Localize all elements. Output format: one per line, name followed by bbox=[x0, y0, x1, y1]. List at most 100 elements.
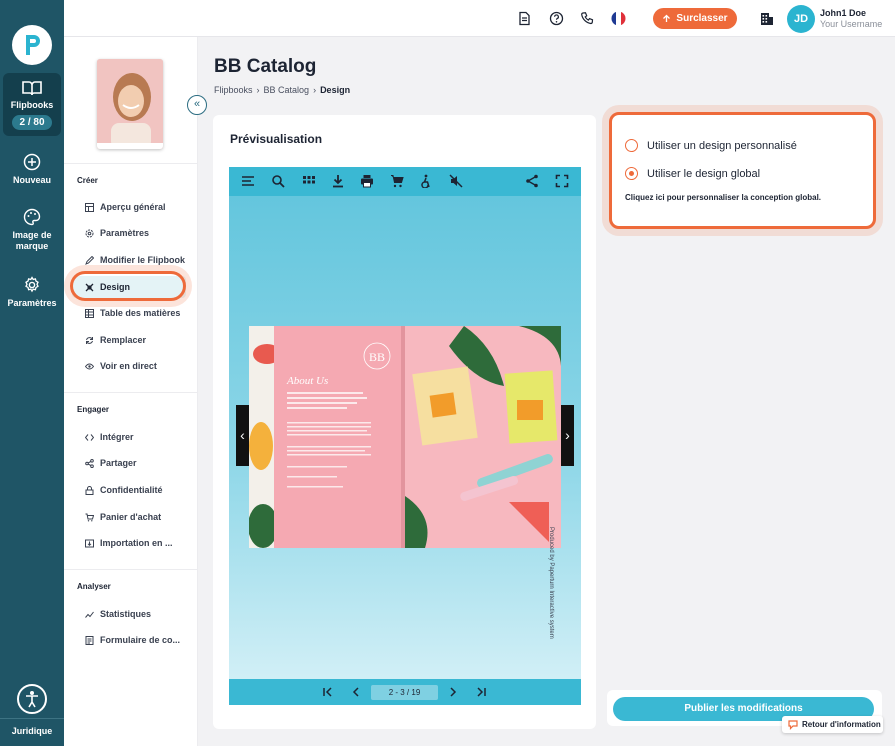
feedback-button[interactable]: Retour d'information bbox=[782, 716, 883, 733]
last-page-icon[interactable] bbox=[475, 687, 487, 697]
section-title-engage: Engager bbox=[77, 405, 110, 414]
radio-custom-design[interactable] bbox=[625, 139, 638, 152]
nav-item-view-live[interactable]: Voir en direct bbox=[72, 355, 186, 377]
customize-global-link[interactable]: Cliquez ici pour personnaliser la concep… bbox=[625, 193, 821, 202]
collapse-nav-button[interactable]: « bbox=[187, 95, 207, 115]
upgrade-button[interactable]: Surclasser bbox=[653, 8, 737, 29]
lock-icon bbox=[85, 485, 94, 495]
upgrade-label: Surclasser bbox=[676, 13, 728, 24]
breadcrumb-current: Design bbox=[320, 85, 351, 95]
rail-item-settings[interactable]: Paramètres bbox=[3, 276, 61, 309]
nav-item-overview[interactable]: Aperçu général bbox=[72, 196, 186, 218]
design-options-panel: Utiliser un design personnalisé Utiliser… bbox=[609, 112, 876, 229]
rail-item-label: Nouveau bbox=[12, 175, 51, 185]
chevron-right-icon: › bbox=[256, 85, 260, 95]
option-global-design[interactable]: Utiliser le design global bbox=[625, 167, 760, 180]
preview-title: Prévisualisation bbox=[230, 132, 323, 146]
page-number-field[interactable]: 2 - 3 / 19 bbox=[371, 685, 438, 700]
divider bbox=[0, 718, 64, 719]
previous-page-icon[interactable] bbox=[351, 687, 361, 697]
phone-icon[interactable] bbox=[580, 11, 595, 26]
next-page-arrow[interactable]: › bbox=[561, 405, 574, 466]
avatar[interactable]: JD bbox=[787, 5, 815, 33]
nav-item-cart[interactable]: Panier d'achat bbox=[72, 506, 186, 528]
logo-icon bbox=[26, 35, 40, 55]
flipbook-cover-thumbnail[interactable] bbox=[97, 59, 163, 149]
menu-icon[interactable] bbox=[241, 174, 255, 188]
accessibility-icon bbox=[26, 691, 38, 708]
app-rail: Flipbooks 2 / 80 Nouveau Image de marque… bbox=[0, 0, 64, 746]
divider bbox=[64, 163, 198, 164]
nav-item-settings[interactable]: Paramètres bbox=[72, 222, 186, 244]
download-icon[interactable] bbox=[331, 174, 345, 188]
rail-item-flipbooks[interactable]: Flipbooks 2 / 80 bbox=[3, 73, 61, 136]
nav-item-table-of-contents[interactable]: Table des matières bbox=[72, 302, 186, 324]
book-spread-image: BB About Us bbox=[249, 326, 561, 548]
top-header: Surclasser JD John1 Doe Your Username bbox=[64, 0, 895, 37]
cart-icon[interactable] bbox=[390, 174, 404, 188]
feedback-label: Retour d'information bbox=[802, 720, 881, 729]
nav-item-embed[interactable]: Intégrer bbox=[72, 426, 186, 448]
table-icon bbox=[85, 308, 94, 318]
pencil-icon bbox=[85, 255, 94, 265]
print-icon[interactable] bbox=[360, 174, 374, 188]
eye-icon bbox=[85, 363, 94, 369]
book-open-icon bbox=[22, 81, 42, 96]
breadcrumb-catalog[interactable]: BB Catalog bbox=[264, 85, 310, 95]
nav-item-label: Importation en ... bbox=[100, 538, 173, 548]
nav-item-edit-flipbook[interactable]: Modifier le Flipbook bbox=[72, 249, 186, 271]
arrow-up-icon bbox=[663, 14, 671, 22]
search-icon[interactable] bbox=[271, 174, 285, 188]
nav-item-label: Panier d'achat bbox=[100, 512, 162, 522]
divider bbox=[64, 569, 198, 570]
design-icon bbox=[85, 283, 94, 291]
document-icon[interactable] bbox=[517, 11, 532, 26]
feedback-icon bbox=[788, 719, 798, 730]
sound-off-icon[interactable] bbox=[449, 174, 463, 188]
section-title-analyze: Analyser bbox=[77, 582, 111, 591]
nav-item-label: Statistiques bbox=[100, 609, 152, 619]
option-label: Utiliser le design global bbox=[647, 167, 761, 180]
building-icon[interactable] bbox=[759, 11, 774, 26]
nav-item-label: Voir en direct bbox=[100, 361, 157, 371]
nav-item-statistics[interactable]: Statistiques bbox=[72, 603, 186, 625]
radio-global-design[interactable] bbox=[625, 167, 638, 180]
rail-item-nouveau[interactable]: Nouveau bbox=[3, 153, 61, 186]
nav-item-label: Design bbox=[100, 282, 131, 292]
gear-icon bbox=[85, 229, 94, 237]
french-flag-icon[interactable] bbox=[611, 11, 626, 26]
cart-icon bbox=[85, 513, 94, 521]
app-logo[interactable] bbox=[12, 25, 52, 65]
nav-item-import[interactable]: Importation en ... bbox=[72, 532, 186, 554]
nav-item-label: Modifier le Flipbook bbox=[100, 255, 185, 265]
viewer-toolbar bbox=[229, 167, 581, 196]
form-icon bbox=[85, 635, 94, 645]
first-page-icon[interactable] bbox=[322, 687, 334, 697]
viewer-pagination: 2 - 3 / 19 bbox=[229, 679, 581, 705]
help-icon[interactable] bbox=[549, 11, 564, 26]
book-heading: About Us bbox=[286, 375, 328, 387]
nav-item-label: Partager bbox=[100, 458, 137, 468]
next-page-icon[interactable] bbox=[448, 687, 458, 697]
divider bbox=[64, 392, 198, 393]
nav-item-replace[interactable]: Remplacer bbox=[72, 329, 186, 351]
breadcrumb: Flipbooks › BB Catalog › Design bbox=[214, 85, 350, 95]
overview-icon bbox=[85, 202, 94, 212]
nav-item-share[interactable]: Partager bbox=[72, 452, 186, 474]
share-icon[interactable] bbox=[525, 174, 539, 188]
nav-item-design[interactable]: Design bbox=[72, 276, 186, 298]
accessibility-icon[interactable] bbox=[419, 174, 433, 188]
option-custom-design[interactable]: Utiliser un design personnalisé bbox=[625, 139, 797, 152]
previous-page-arrow[interactable]: ‹ bbox=[236, 405, 249, 466]
accessibility-button[interactable] bbox=[17, 684, 47, 714]
nav-item-contact-form[interactable]: Formulaire de co... bbox=[72, 629, 186, 651]
fullscreen-icon[interactable] bbox=[555, 174, 569, 188]
nav-item-label: Table des matières bbox=[100, 308, 181, 318]
nav-item-privacy[interactable]: Confidentialité bbox=[72, 479, 186, 501]
grid-icon[interactable] bbox=[302, 174, 316, 188]
import-icon bbox=[85, 539, 94, 547]
nav-item-label: Intégrer bbox=[100, 432, 134, 442]
breadcrumb-flipbooks[interactable]: Flipbooks bbox=[214, 85, 253, 95]
legal-link[interactable]: Juridique bbox=[0, 726, 64, 736]
rail-item-branding[interactable]: Image de marque bbox=[3, 208, 61, 252]
